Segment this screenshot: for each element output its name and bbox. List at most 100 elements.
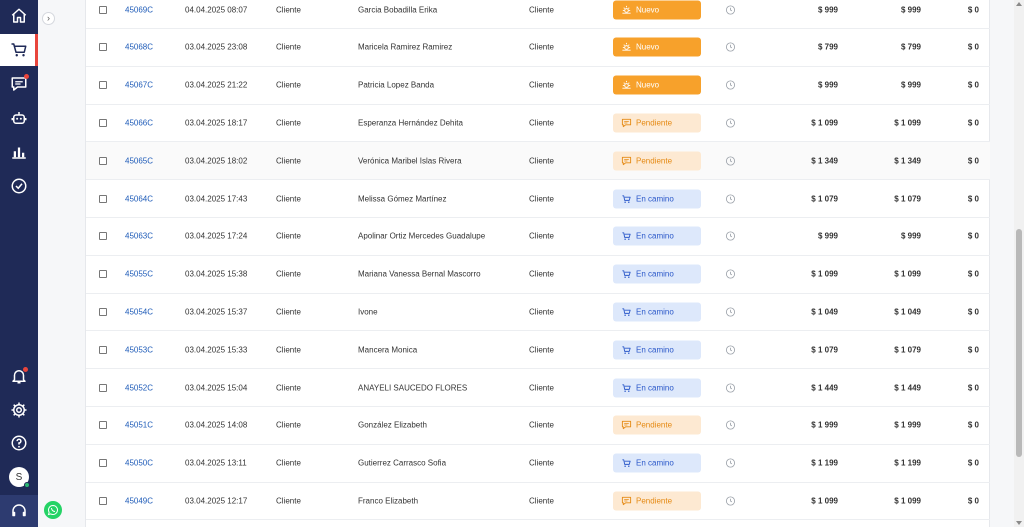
row-checkbox[interactable] [99, 270, 107, 279]
clock-icon[interactable] [725, 80, 736, 91]
sidebar-item-bot[interactable] [0, 102, 38, 134]
table-row[interactable]: 45050C 03.04.2025 13:11 Cliente Gutierrez C… [86, 445, 991, 483]
order-paid: $ 1 099 [894, 118, 921, 128]
table-row[interactable]: 45051C 03.04.2025 14:08 Cliente González El… [86, 407, 991, 445]
order-total: $ 1 349 [811, 156, 838, 166]
expand-sidebar-button[interactable]: › [42, 12, 55, 25]
table-row[interactable]: 45068C 03.04.2025 23:08 Cliente Maricela Ra… [86, 29, 991, 67]
order-id-link[interactable]: 45069C [125, 5, 153, 14]
row-checkbox[interactable] [99, 232, 107, 241]
row-checkbox[interactable] [99, 5, 107, 14]
status-badge[interactable]: Pendiente [613, 415, 701, 435]
scroll-down-arrow[interactable] [1016, 521, 1022, 525]
clock-icon[interactable] [725, 306, 736, 317]
order-id-link[interactable]: 45049C [125, 496, 153, 505]
row-checkbox[interactable] [99, 459, 107, 468]
user-menu[interactable]: S [0, 461, 38, 493]
order-date: 03.04.2025 21:22 [185, 80, 248, 90]
row-checkbox[interactable] [99, 345, 107, 354]
content-gutter-left [38, 0, 85, 527]
row-checkbox[interactable] [99, 156, 107, 165]
clock-icon[interactable] [725, 4, 736, 15]
table-row[interactable]: 45054C 03.04.2025 15:37 Cliente Ivone Client… [86, 293, 991, 332]
order-id-link[interactable]: 45054C [125, 307, 153, 316]
order-id-link[interactable]: 45063C [125, 232, 153, 241]
status-badge[interactable]: Pendiente [613, 151, 701, 171]
clock-icon[interactable] [725, 495, 736, 506]
order-paid: $ 1 099 [894, 496, 921, 506]
order-id-link[interactable]: 45067C [125, 81, 153, 90]
status-badge[interactable]: En camino [613, 340, 701, 360]
table-row[interactable]: 45067C 03.04.2025 21:22 Cliente Patricia Lo… [86, 67, 991, 105]
status-badge[interactable]: En camino [613, 264, 701, 284]
sidebar-item-chat[interactable] [0, 68, 38, 100]
sidebar-item-support[interactable] [0, 495, 38, 527]
table-row[interactable]: 45065C 03.04.2025 18:02 Cliente Verónica Ma… [86, 142, 991, 181]
table-row[interactable]: 45052C 03.04.2025 15:04 Cliente ANAYELI SAU… [86, 369, 991, 407]
table-row[interactable]: 45064C 03.04.2025 17:43 Cliente Melissa Góm… [86, 180, 991, 218]
clock-icon[interactable] [725, 269, 736, 280]
clock-icon[interactable] [725, 458, 736, 469]
sidebar-item-help[interactable] [0, 427, 38, 459]
order-id-link[interactable]: 45052C [125, 383, 153, 392]
status-badge[interactable]: Nuevo [613, 75, 701, 95]
scrollbar-thumb[interactable] [1016, 229, 1022, 457]
sidebar-item-stats[interactable] [0, 136, 38, 168]
order-id-link[interactable]: 45064C [125, 194, 153, 203]
status-badge[interactable]: En camino [613, 453, 701, 473]
delivery-icon [622, 308, 631, 316]
status-badge[interactable]: Nuevo [613, 0, 701, 19]
clock-icon[interactable] [725, 382, 736, 393]
row-checkbox[interactable] [99, 496, 107, 505]
clock-icon[interactable] [725, 193, 736, 204]
sidebar-item-notifications[interactable] [0, 360, 38, 392]
row-checkbox[interactable] [99, 194, 107, 203]
order-id-link[interactable]: 45051C [125, 421, 153, 430]
sidebar-item-tasks[interactable] [0, 170, 38, 202]
customer-name: Franco Elizabeth [358, 496, 419, 506]
order-channel: Cliente [529, 156, 554, 166]
order-id-link[interactable]: 45068C [125, 43, 153, 52]
order-total: $ 1 079 [811, 194, 838, 203]
table-row[interactable]: 45055C 03.04.2025 15:38 Cliente Mariana Van… [86, 256, 991, 294]
scroll-up-arrow[interactable] [1016, 2, 1022, 6]
order-date: 03.04.2025 15:37 [185, 307, 248, 317]
clock-icon[interactable] [725, 117, 736, 128]
clock-icon[interactable] [725, 42, 736, 53]
status-badge[interactable]: Pendiente [613, 113, 701, 133]
table-row[interactable]: 45053C 03.04.2025 15:33 Cliente Mancera Mon… [86, 331, 991, 370]
clock-icon[interactable] [725, 344, 736, 355]
status-badge[interactable]: Nuevo [613, 37, 701, 57]
chat-notification-dot [24, 74, 29, 79]
status-badge[interactable]: Pendiente [613, 491, 701, 511]
status-badge[interactable]: En camino [613, 226, 701, 246]
table-row[interactable]: 45063C 03.04.2025 17:24 Cliente Apolinar Or… [86, 218, 991, 256]
table-row[interactable]: 45049C 03.04.2025 12:17 Cliente Franco Eliz… [86, 482, 991, 521]
order-id-link[interactable]: 45055C [125, 270, 153, 279]
order-type: Cliente [276, 458, 301, 468]
order-id-link[interactable]: 45050C [125, 459, 153, 468]
row-checkbox[interactable] [99, 383, 107, 392]
order-id-link[interactable]: 45065C [125, 156, 153, 165]
table-row[interactable]: 45069C 04.04.2025 08:07 Cliente Garcia Boba… [86, 0, 991, 29]
whatsapp-button[interactable] [44, 501, 62, 519]
table-row[interactable]: 45066C 03.04.2025 18:17 Cliente Esperanza H… [86, 104, 991, 143]
row-checkbox[interactable] [99, 118, 107, 127]
status-badge[interactable]: En camino [613, 302, 701, 322]
row-checkbox[interactable] [99, 307, 107, 316]
sidebar-item-settings[interactable] [0, 394, 38, 426]
sidebar-item-home[interactable] [0, 0, 38, 32]
message-icon [621, 496, 632, 506]
clock-icon[interactable] [725, 155, 736, 166]
row-checkbox[interactable] [99, 421, 107, 430]
order-id-link[interactable]: 45053C [125, 345, 153, 354]
clock-icon[interactable] [725, 231, 736, 242]
clock-icon[interactable] [725, 420, 736, 431]
row-checkbox[interactable] [99, 81, 107, 90]
status-badge[interactable]: En camino [613, 378, 701, 397]
sidebar-item-orders[interactable] [0, 34, 38, 66]
order-id-link[interactable]: 45066C [125, 118, 153, 127]
status-badge[interactable]: En camino [613, 189, 701, 208]
page-scrollbar[interactable] [1014, 0, 1024, 527]
row-checkbox[interactable] [99, 43, 107, 52]
